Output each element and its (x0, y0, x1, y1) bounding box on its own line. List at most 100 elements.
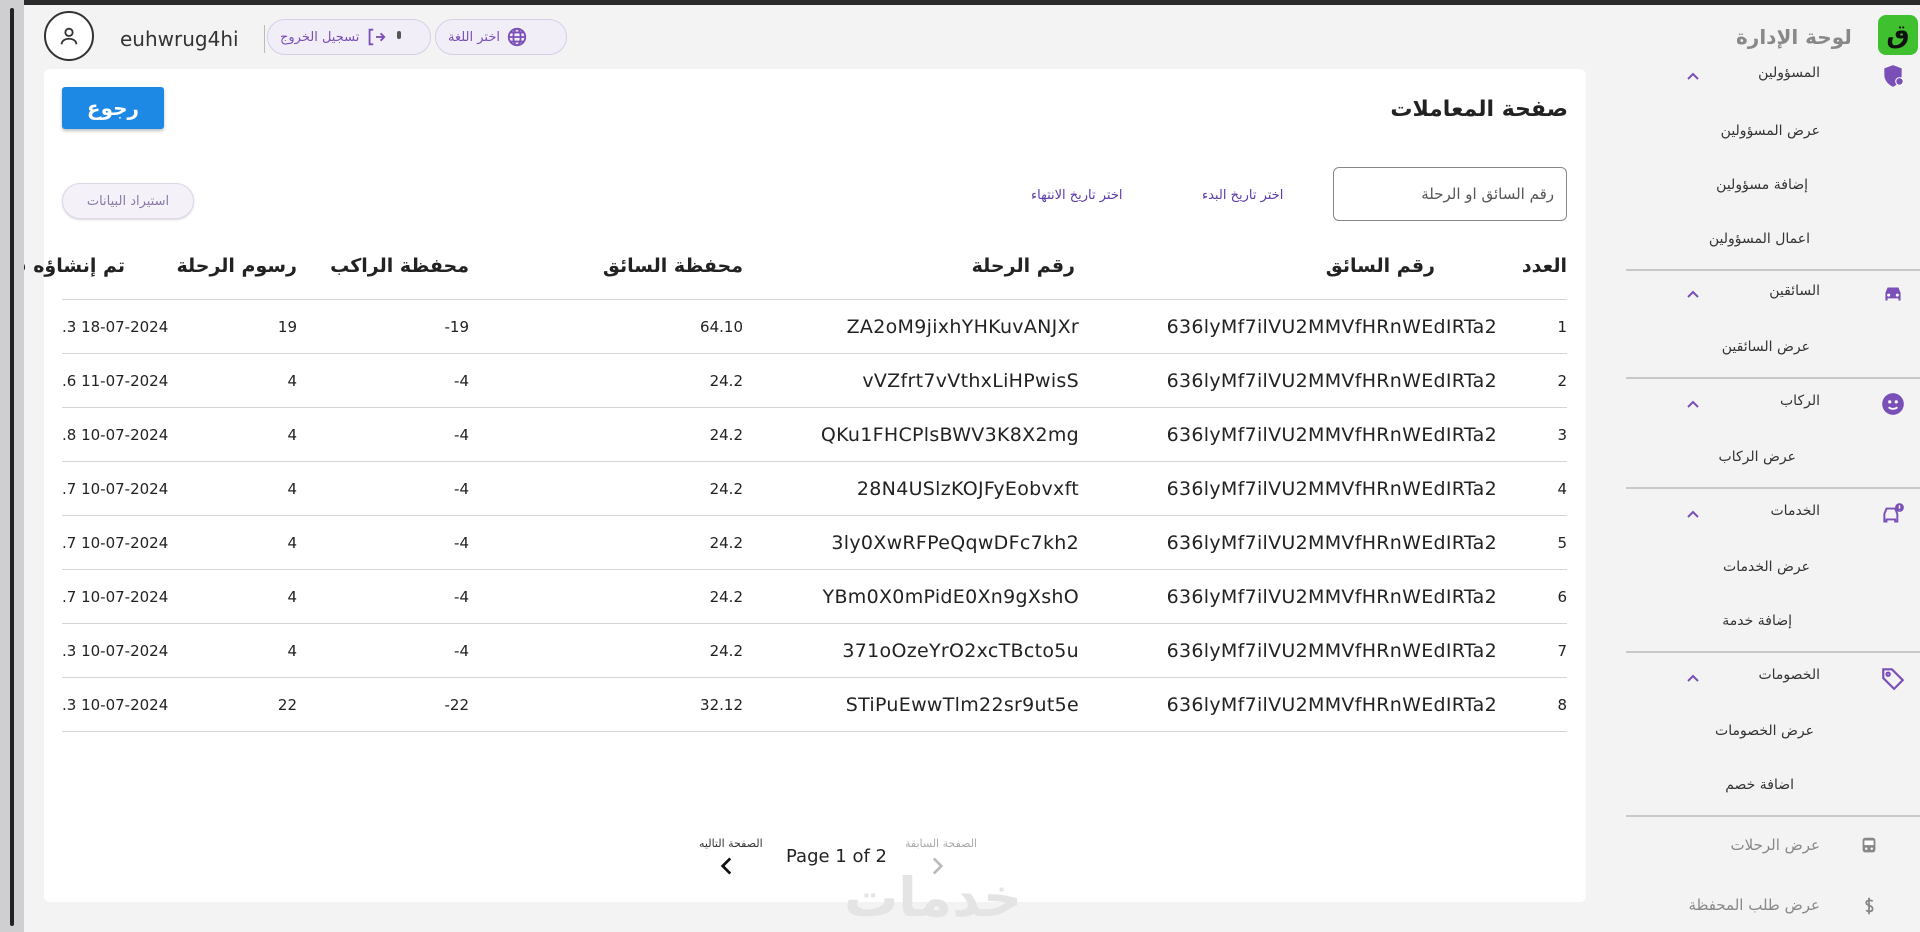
mic-icon (397, 31, 402, 39)
page-indicator: Page 1 of 2 (786, 846, 887, 867)
row-number: 4 (1505, 461, 1567, 516)
window-left-edge (0, 0, 24, 932)
column-header: رسوم الرحلة (125, 233, 297, 300)
created-at: .3 10-07-2024 (62, 623, 168, 678)
driver-id: 636lyMf7ilVU2MMVfHRnWEdIRTa2 (1085, 407, 1505, 462)
sidebar-item-add-admin[interactable]: إضافة مسؤولين (1716, 177, 1808, 193)
sidebar-item-view-drivers[interactable]: عرض السائقين (1722, 339, 1810, 355)
search-input[interactable] (1333, 167, 1567, 221)
rider-wallet: -4 (297, 461, 469, 516)
driver-id: 636lyMf7ilVU2MMVfHRnWEdIRTa2 (1085, 461, 1505, 516)
language-button[interactable]: اختر اللغة (435, 19, 567, 55)
driver-id: 636lyMf7ilVU2MMVfHRnWEdIRTa2 (1085, 677, 1505, 732)
brand-logo: ق (1878, 15, 1918, 55)
train-icon (1862, 837, 1876, 853)
tag-icon (1882, 668, 1905, 691)
sidebar: المسؤولين عرض المسؤولين إضافة مسؤولين اع… (1626, 61, 1920, 932)
logout-icon (368, 28, 386, 46)
back-button[interactable]: رجوع (62, 87, 164, 129)
driver-id: 636lyMf7ilVU2MMVfHRnWEdIRTa2 (1085, 353, 1505, 408)
trip-id: vVZfrt7vVthxLiHPwisS (743, 353, 1085, 408)
sidebar-item-view-discounts[interactable]: عرض الخصومات (1715, 723, 1814, 739)
column-header: رقم السائق (1085, 233, 1505, 300)
sidebar-section-services[interactable]: الخدمات (1626, 495, 1920, 535)
table-row: 3 636lyMf7ilVU2MMVfHRnWEdIRTa2 QKu1FHCPlsB… (62, 407, 1567, 462)
sidebar-item-wallet-requests[interactable]: عرض طلب المحفظة (1626, 889, 1920, 925)
smiley-icon (1882, 393, 1904, 415)
rider-wallet: -4 (297, 569, 469, 624)
column-header: محفظة الراكب (297, 233, 469, 300)
table-row: 7 636lyMf7ilVU2MMVfHRnWEdIRTa2 371oOzeYrO2… (62, 623, 1567, 678)
topbar-divider (264, 25, 265, 53)
export-data-button[interactable]: استيراد البيانات (62, 183, 194, 219)
sidebar-item-trips[interactable]: عرض الرحلات (1626, 829, 1920, 865)
car-icon (1885, 287, 1901, 301)
sidebar-section-drivers[interactable]: السائقين (1626, 275, 1920, 315)
driver-wallet: 24.2 (469, 569, 743, 624)
end-date-picker[interactable]: اختر تاريخ الانتهاء (1031, 188, 1123, 203)
column-header: تم إنشاؤه في (24, 233, 125, 300)
sidebar-item-view-admins[interactable]: عرض المسؤولين (1721, 123, 1820, 139)
sidebar-item-add-discount[interactable]: اضافة خصم (1725, 777, 1794, 793)
trip-id: YBm0X0mPidE0Xn9gXshO (743, 569, 1085, 624)
created-at: .8 10-07-2024 (62, 407, 168, 462)
app-frame: euhwrug4hi تسجيل الخروج اختر اللغة لوحة … (24, 5, 1920, 932)
brand-logo-letter: ق (1886, 20, 1910, 50)
created-at: .7 10-07-2024 (62, 461, 168, 516)
row-number: 7 (1505, 623, 1567, 678)
start-date-picker[interactable]: اختر تاريخ البدء (1202, 188, 1283, 203)
section-divider (1626, 269, 1920, 271)
created-at: .6 11-07-2024 (62, 353, 168, 408)
section-label: المسؤولين (1758, 65, 1820, 81)
language-label: اختر اللغة (448, 29, 500, 45)
trip-id: 28N4USlzKOJFyEobvxft (743, 461, 1085, 516)
driver-id: 636lyMf7ilVU2MMVfHRnWEdIRTa2 (1085, 515, 1505, 570)
next-page-label: الصفحة التاليه (699, 837, 763, 850)
created-at: .3 18-07-2024 (62, 299, 168, 354)
row-number: 2 (1505, 353, 1567, 408)
driver-wallet: 24.2 (469, 407, 743, 462)
rider-wallet: -4 (297, 623, 469, 678)
row-number: 3 (1505, 407, 1567, 462)
table-row: 2 636lyMf7ilVU2MMVfHRnWEdIRTa2 vVZfrt7vVth… (62, 353, 1567, 408)
rider-wallet: -22 (297, 677, 469, 732)
created-at: .7 10-07-2024 (62, 569, 168, 624)
created-at: .7 10-07-2024 (62, 515, 168, 570)
rider-wallet: -4 (297, 353, 469, 408)
driver-wallet: 24.2 (469, 353, 743, 408)
row-number: 8 (1505, 677, 1567, 732)
section-label: الخصومات (1758, 667, 1820, 683)
sidebar-section-riders[interactable]: الركاب (1626, 385, 1920, 425)
rider-wallet: -19 (297, 299, 469, 354)
transactions-table: العدد رقم السائق رقم الرحلة محفظة السائق… (24, 233, 1567, 732)
table-row: 6 636lyMf7ilVU2MMVfHRnWEdIRTa2 YBm0X0mPidE… (62, 569, 1567, 624)
sidebar-section-admins[interactable]: المسؤولين (1626, 57, 1920, 97)
sidebar-item-view-riders[interactable]: عرض الركاب (1719, 449, 1796, 465)
transactions-card: رجوع صفحة المعاملات اختر تاريخ البدء اخت… (24, 69, 1586, 929)
sidebar-item-view-services[interactable]: عرض الخدمات (1723, 559, 1810, 575)
column-header: رقم الرحلة (743, 233, 1085, 300)
user-icon (60, 27, 78, 45)
chevron-left-icon[interactable] (714, 853, 740, 879)
row-number: 1 (1505, 299, 1567, 354)
section-label: الركاب (1780, 393, 1820, 409)
window-edge-bar (10, 8, 14, 926)
sidebar-item-add-service[interactable]: إضافة خدمة (1722, 613, 1792, 629)
page-title: صفحة المعاملات (1390, 97, 1568, 122)
driver-id: 636lyMf7ilVU2MMVfHRnWEdIRTa2 (1085, 569, 1505, 624)
column-header: العدد (1505, 233, 1567, 300)
chevron-up-icon (1687, 72, 1699, 80)
table-header-row: العدد رقم السائق رقم الرحلة محفظة السائق… (24, 233, 1567, 300)
transactions-table-wrap: العدد رقم السائق رقم الرحلة محفظة السائق… (24, 233, 1567, 732)
sidebar-item-admin-actions[interactable]: اعمال المسؤولين (1709, 231, 1810, 247)
sidebar-section-discounts[interactable]: الخصومات (1626, 659, 1920, 699)
dollar-icon (1865, 897, 1874, 915)
chevron-right-icon[interactable] (924, 853, 950, 879)
table-row: 4 636lyMf7ilVU2MMVfHRnWEdIRTa2 28N4USlzKOJ… (62, 461, 1567, 516)
row-number: 6 (1505, 569, 1567, 624)
driver-id: 636lyMf7ilVU2MMVfHRnWEdIRTa2 (1085, 623, 1505, 678)
trip-id: ZA2oM9jixhYHKuvANJXr (743, 299, 1085, 354)
section-divider (1626, 487, 1920, 489)
logout-button[interactable]: تسجيل الخروج (267, 19, 431, 55)
avatar[interactable] (44, 11, 94, 61)
